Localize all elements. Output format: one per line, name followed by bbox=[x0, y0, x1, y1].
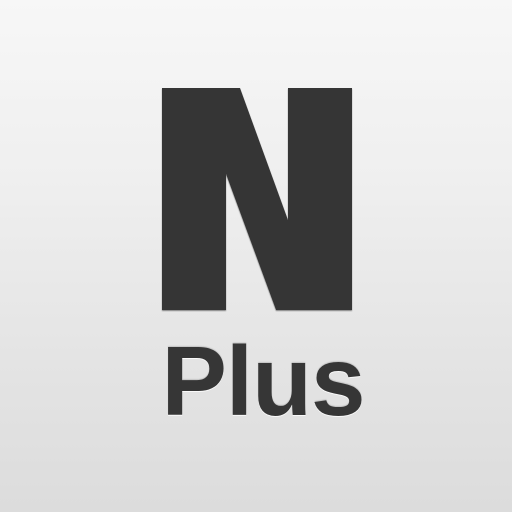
plus-wordmark: Plus bbox=[161, 326, 366, 436]
n-letter-mark bbox=[160, 86, 354, 312]
app-icon: Plus bbox=[0, 0, 512, 512]
n-letter-icon bbox=[162, 88, 352, 310]
